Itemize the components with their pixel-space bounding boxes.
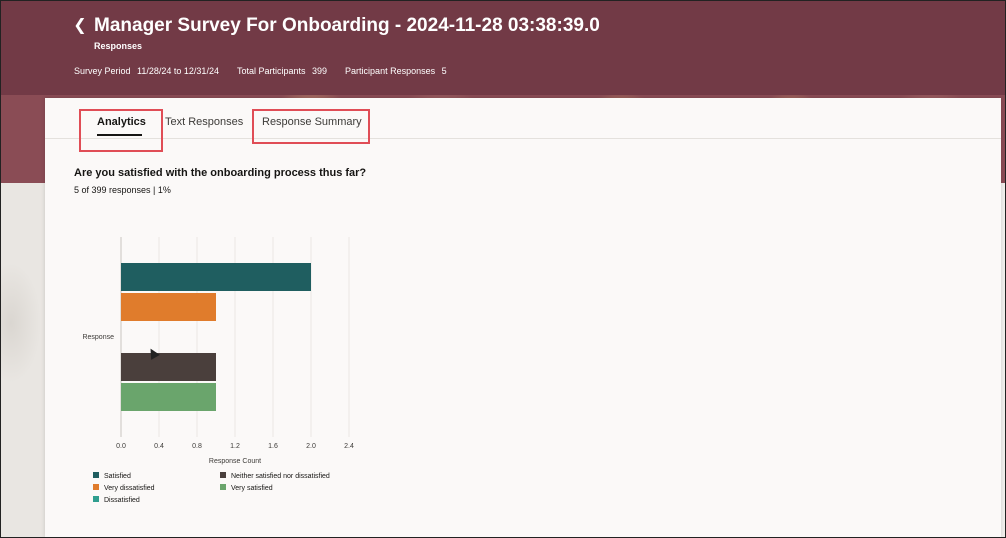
bar: [121, 263, 311, 291]
legend-swatch: [93, 472, 99, 478]
legend-swatch: [220, 484, 226, 490]
legend-swatch: [220, 472, 226, 478]
x-tick-label: 2.0: [306, 443, 316, 450]
x-tick-label: 1.6: [268, 443, 278, 450]
chart-legend: Satisfied Very dissatisfied Dissatisfied Ne…: [93, 472, 330, 504]
app-window: ❮ Manager Survey For Onboarding - 2024-1…: [0, 0, 1006, 538]
legend-label: Satisfied: [104, 473, 131, 480]
chart-bars: [121, 263, 311, 411]
y-axis-label: Response: [82, 334, 114, 341]
x-tick-label: 0.4: [154, 443, 164, 450]
x-tick-label: 2.4: [344, 443, 354, 450]
x-axis-label: Response Count: [209, 458, 261, 465]
legend-swatch: [93, 484, 99, 490]
legend-label: Neither satisfied nor dissatisfied: [231, 473, 330, 480]
legend-label: Dissatisfied: [104, 497, 140, 504]
bar: [121, 383, 216, 411]
x-tick-label: 0.8: [192, 443, 202, 450]
response-bar-chart: 0.0 0.4 0.8 1.2 1.6 2.0 2.4 Response Count Res…: [82, 237, 354, 504]
x-tick-label: 1.2: [230, 443, 240, 450]
legend-label: Very satisfied: [231, 485, 273, 492]
legend-swatch: [93, 496, 99, 502]
bar: [121, 353, 216, 381]
x-tick-label: 0.0: [116, 443, 126, 450]
legend-label: Very dissatisfied: [104, 485, 155, 492]
bar: [121, 293, 216, 321]
chart-x-ticks: 0.0 0.4 0.8 1.2 1.6 2.0 2.4: [116, 443, 354, 450]
